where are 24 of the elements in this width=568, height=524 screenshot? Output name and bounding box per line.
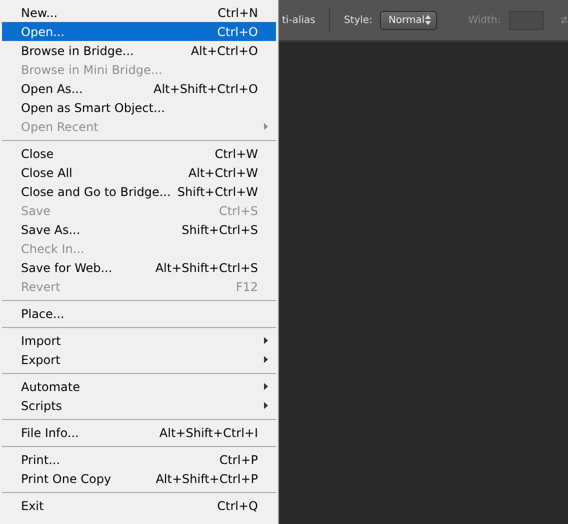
menu-item[interactable]: Exit Ctrl+Q bbox=[2, 496, 276, 515]
menu-item[interactable]: Open... Ctrl+O bbox=[2, 22, 276, 41]
menu-item[interactable]: Browse in Bridge... Alt+Ctrl+O bbox=[2, 41, 276, 60]
stepper-icon bbox=[424, 15, 431, 25]
menu-item[interactable]: Automate bbox=[2, 377, 276, 396]
style-select[interactable]: Normal bbox=[380, 10, 437, 30]
option-label: ti-alias bbox=[282, 14, 316, 26]
menu-item[interactable]: Close Ctrl+W bbox=[2, 144, 276, 163]
menu-item[interactable]: Place... bbox=[2, 304, 276, 323]
menu-item[interactable]: Close All Alt+Ctrl+W bbox=[2, 163, 276, 182]
menu-item[interactable]: Open as Smart Object... bbox=[2, 98, 276, 117]
menu-item[interactable]: Save for Web... Alt+Shift+Ctrl+S bbox=[2, 258, 276, 277]
menu-item[interactable]: Close and Go to Bridge... Shift+Ctrl+W bbox=[2, 182, 276, 201]
menu-item[interactable]: New... Ctrl+N bbox=[2, 3, 276, 22]
menu-item[interactable]: File Info... Alt+Shift+Ctrl+I bbox=[2, 423, 276, 442]
menu-item[interactable]: Import bbox=[2, 331, 276, 350]
menu-item[interactable]: Print... Ctrl+P bbox=[2, 450, 276, 469]
menu-item[interactable]: Print One Copy Alt+Shift+Ctrl+P bbox=[2, 469, 276, 488]
menu-item[interactable]: Scripts bbox=[2, 396, 276, 415]
style-label: Style: bbox=[344, 14, 372, 26]
menu-item[interactable]: Export bbox=[2, 350, 276, 369]
swap-icon[interactable] bbox=[560, 13, 568, 27]
menu-item[interactable]: Save As... Shift+Ctrl+S bbox=[2, 220, 276, 239]
menu-item[interactable]: Open As... Alt+Shift+Ctrl+O bbox=[2, 79, 276, 98]
